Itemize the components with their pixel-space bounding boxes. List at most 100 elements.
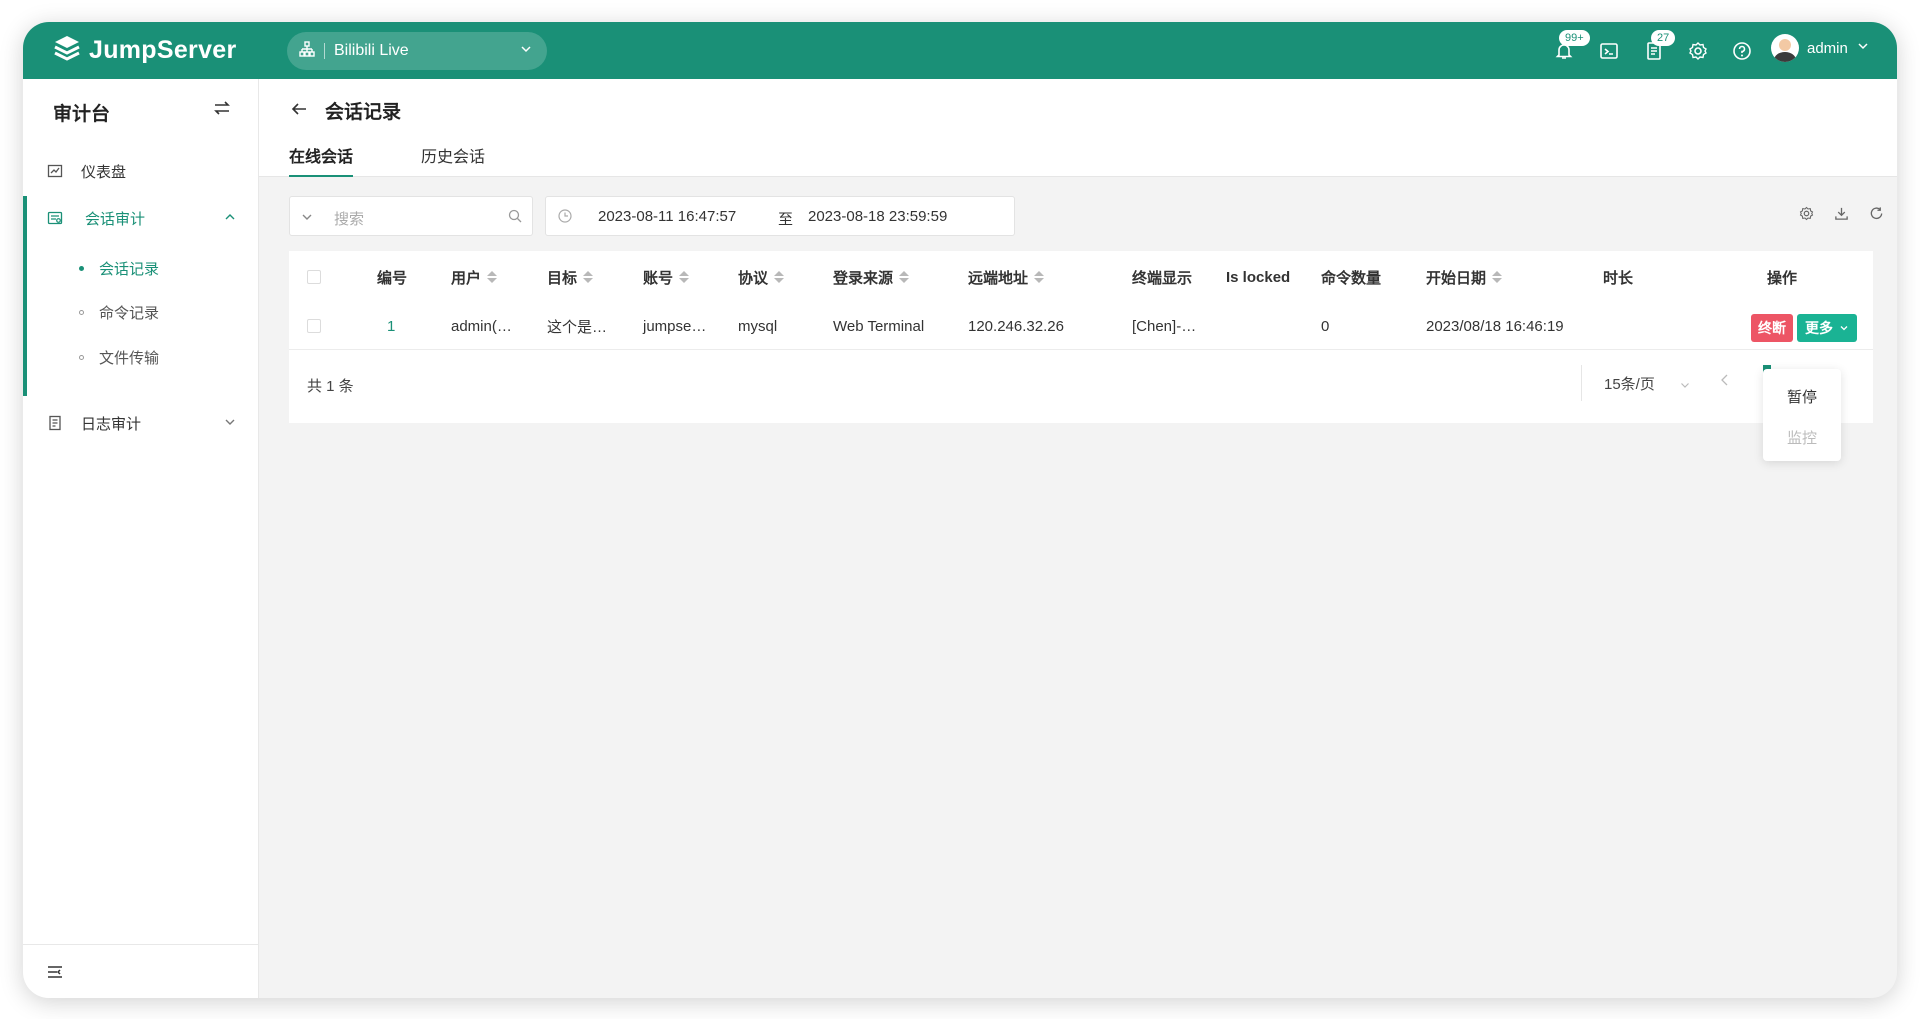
column-header-date-start[interactable]: 开始日期: [1426, 251, 1503, 303]
table-settings-icon[interactable]: [1799, 206, 1814, 226]
logo[interactable]: JumpServer: [53, 34, 237, 67]
back-arrow-icon[interactable]: [289, 99, 309, 124]
tab-history-sessions[interactable]: 历史会话: [421, 143, 485, 177]
notification-badge: 99+: [1559, 30, 1590, 46]
page-title: 会话记录: [325, 102, 402, 123]
page-size-select[interactable]: 15条/页: [1581, 365, 1699, 401]
settings-gear-icon[interactable]: [1687, 40, 1709, 62]
sidebar-item-session-audit[interactable]: 会话审计: [23, 196, 259, 240]
log-audit-icon: [47, 415, 63, 435]
date-from[interactable]: 2023-08-11 16:47:57: [598, 208, 736, 225]
user-menu[interactable]: admin: [1771, 34, 1870, 62]
column-header-duration: 时长: [1603, 269, 1634, 287]
more-label: 更多: [1805, 320, 1833, 336]
chevron-up-icon: [223, 210, 237, 228]
row-divider: [289, 349, 1873, 350]
sort-icon[interactable]: [679, 271, 690, 283]
sidebar-item-label: 仪表盘: [81, 163, 127, 181]
chevron-down-icon: [1839, 320, 1849, 336]
column-header-target[interactable]: 目标: [547, 251, 594, 303]
column-header-id: 编号: [377, 269, 408, 287]
sidebar-subitem-label: 命令记录: [99, 304, 160, 322]
sort-icon[interactable]: [899, 271, 910, 283]
cell-date-start: 2023/08/18 16:46:19: [1426, 317, 1564, 335]
tickets-badge: 27: [1651, 30, 1676, 46]
more-actions-button[interactable]: 更多: [1797, 314, 1857, 342]
cell-protocol: mysql: [738, 317, 778, 335]
download-icon[interactable]: [1834, 206, 1849, 226]
help-icon[interactable]: [1731, 40, 1753, 62]
sidebar-footer: [23, 944, 259, 998]
org-divider: [324, 43, 325, 59]
column-header-login-from[interactable]: 登录来源: [833, 251, 910, 303]
sidebar-subitem-session-records[interactable]: 会话记录: [27, 250, 263, 286]
search-icon[interactable]: [508, 209, 522, 227]
refresh-icon[interactable]: [1869, 206, 1884, 226]
sidebar-item-label: 会话审计: [85, 210, 146, 228]
session-audit-icon: [47, 210, 63, 230]
cell-terminal: [Chen]-…: [1132, 317, 1197, 335]
org-name: Bilibili Live: [334, 42, 409, 59]
row-checkbox[interactable]: [307, 303, 321, 349]
sidebar-item-dashboard[interactable]: 仪表盘: [23, 149, 259, 193]
clock-icon: [558, 209, 572, 227]
column-header-actions: 操作: [1767, 269, 1798, 287]
column-header-protocol[interactable]: 协议: [738, 251, 785, 303]
bullet-dot: [79, 265, 84, 271]
app-window: JumpServer Bilibili Live 99+ 27 admin 审计…: [23, 22, 1897, 998]
cell-user: admin(…: [451, 317, 512, 335]
sidebar-subitem-command-records[interactable]: 命令记录: [27, 294, 263, 330]
sidebar-subitem-label: 文件传输: [99, 349, 160, 367]
date-to[interactable]: 2023-08-18 23:59:59: [808, 208, 947, 225]
column-header-account[interactable]: 账号: [643, 251, 690, 303]
sort-icon[interactable]: [774, 271, 785, 283]
more-actions-dropdown: 暂停 监控: [1763, 369, 1841, 461]
tab-online-sessions[interactable]: 在线会话: [289, 143, 354, 177]
date-range-picker[interactable]: 2023-08-11 16:47:57 至 2023-08-18 23:59:5…: [545, 196, 1015, 236]
cell-target: 这个是…: [547, 318, 608, 336]
bullet-dot: [79, 309, 84, 315]
chevron-down-icon: [223, 415, 237, 433]
column-header-command-count: 命令数量: [1321, 269, 1382, 287]
search-filter[interactable]: 搜索: [289, 196, 533, 236]
sidebar-group-session-audit: 会话审计 会话记录 命令记录 文件传输: [23, 196, 259, 396]
switch-view-icon[interactable]: [213, 99, 231, 122]
page-size-value: 15条/页: [1604, 375, 1655, 393]
column-header-is-locked: Is locked: [1226, 268, 1291, 286]
terminate-button[interactable]: 终断: [1751, 314, 1793, 342]
bullet-dot: [79, 354, 84, 360]
username: admin: [1807, 39, 1848, 57]
sidebar-item-label: 日志审计: [81, 415, 142, 433]
sidebar-subitem-label: 会话记录: [99, 260, 160, 278]
chevron-down-icon: [1679, 378, 1691, 395]
chevron-down-icon: [1856, 39, 1870, 57]
collapse-menu-icon[interactable]: [47, 965, 63, 984]
cell-account: jumpse…: [643, 317, 707, 335]
chevron-left-icon[interactable]: [1719, 373, 1731, 392]
logo-text: JumpServer: [89, 36, 237, 64]
tickets-icon[interactable]: 27: [1643, 30, 1676, 62]
menu-item-monitor[interactable]: 监控: [1763, 427, 1841, 448]
column-header-user[interactable]: 用户: [451, 251, 498, 303]
chevron-down-icon: [519, 42, 533, 61]
sort-icon[interactable]: [1492, 271, 1503, 283]
cell-remote-addr: 120.246.32.26: [968, 317, 1064, 335]
sort-icon[interactable]: [487, 271, 498, 283]
sidebar-item-log-audit[interactable]: 日志审计: [23, 401, 259, 445]
page-header: 会话记录 在线会话 历史会话: [259, 79, 1897, 177]
cell-command-count: 0: [1321, 317, 1330, 335]
sidebar: 审计台 仪表盘 会话审计 会话记录 命令记录 文件传输 日志审计: [23, 79, 259, 998]
notification-bell-icon[interactable]: 99+: [1553, 30, 1590, 62]
cell-id[interactable]: 1: [387, 303, 395, 349]
org-selector[interactable]: Bilibili Live: [287, 32, 547, 70]
chevron-down-icon[interactable]: [300, 210, 314, 228]
column-header-remote-addr[interactable]: 远端地址: [968, 251, 1045, 303]
logo-icon: [53, 34, 81, 67]
sidebar-subitem-file-transfer[interactable]: 文件传输: [27, 339, 263, 375]
sort-icon[interactable]: [1034, 271, 1045, 283]
web-terminal-icon[interactable]: [1598, 40, 1620, 62]
sort-icon[interactable]: [583, 271, 594, 283]
menu-item-pause[interactable]: 暂停: [1763, 386, 1841, 407]
select-all-checkbox[interactable]: [307, 251, 321, 303]
org-icon: [299, 40, 315, 62]
